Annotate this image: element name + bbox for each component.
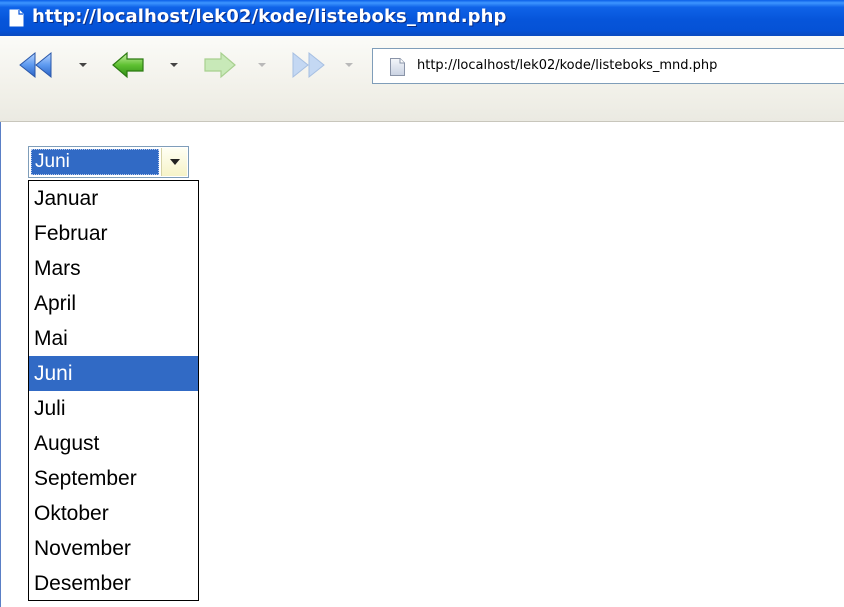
window-title: http://localhost/lek02/kode/listeboks_mn… [32, 6, 507, 27]
fast-forward-icon [292, 51, 325, 79]
month-option-juni[interactable]: Juni [29, 356, 198, 391]
page-icon [9, 9, 24, 27]
forward-icon [204, 51, 236, 79]
month-option-februar[interactable]: Februar [29, 216, 198, 251]
rewind-icon [19, 51, 52, 79]
address-url[interactable]: http://localhost/lek02/kode/listeboks_mn… [417, 58, 717, 73]
forward-dropdown-icon[interactable] [258, 63, 266, 67]
month-option-august[interactable]: August [29, 426, 198, 461]
back-dropdown-icon[interactable] [170, 63, 178, 67]
title-bar: http://localhost/lek02/kode/listeboks_mn… [0, 0, 844, 36]
month-option-april[interactable]: April [29, 286, 198, 321]
month-option-november[interactable]: November [29, 531, 198, 566]
back-button[interactable] [106, 48, 152, 82]
fast-forward-dropdown-icon[interactable] [345, 63, 353, 67]
month-option-mars[interactable]: Mars [29, 251, 198, 286]
month-option-oktober[interactable]: Oktober [29, 496, 198, 531]
window-left-border [0, 122, 1, 607]
select-dropdown-button[interactable] [161, 148, 187, 176]
month-option-januar[interactable]: Januar [29, 181, 198, 216]
page-content: Juni Januar Februar Mars April Mai Juni … [0, 122, 844, 607]
rewind-button[interactable] [14, 48, 60, 82]
navigation-toolbar: http://localhost/lek02/kode/listeboks_mn… [0, 36, 844, 122]
rewind-dropdown-icon[interactable] [79, 63, 87, 67]
month-option-juli[interactable]: Juli [29, 391, 198, 426]
month-select[interactable]: Juni [28, 146, 189, 178]
month-option-desember[interactable]: Desember [29, 566, 198, 601]
month-option-september[interactable]: September [29, 461, 198, 496]
month-select-value: Juni [31, 149, 159, 175]
month-option-mai[interactable]: Mai [29, 321, 198, 356]
forward-button[interactable] [196, 48, 242, 82]
address-bar[interactable]: http://localhost/lek02/kode/listeboks_mn… [372, 48, 844, 84]
month-dropdown-list: Januar Februar Mars April Mai Juni Juli … [28, 180, 199, 601]
back-icon [112, 51, 144, 79]
fast-forward-button[interactable] [284, 48, 330, 82]
document-icon [390, 58, 405, 76]
chevron-down-icon [170, 159, 180, 165]
